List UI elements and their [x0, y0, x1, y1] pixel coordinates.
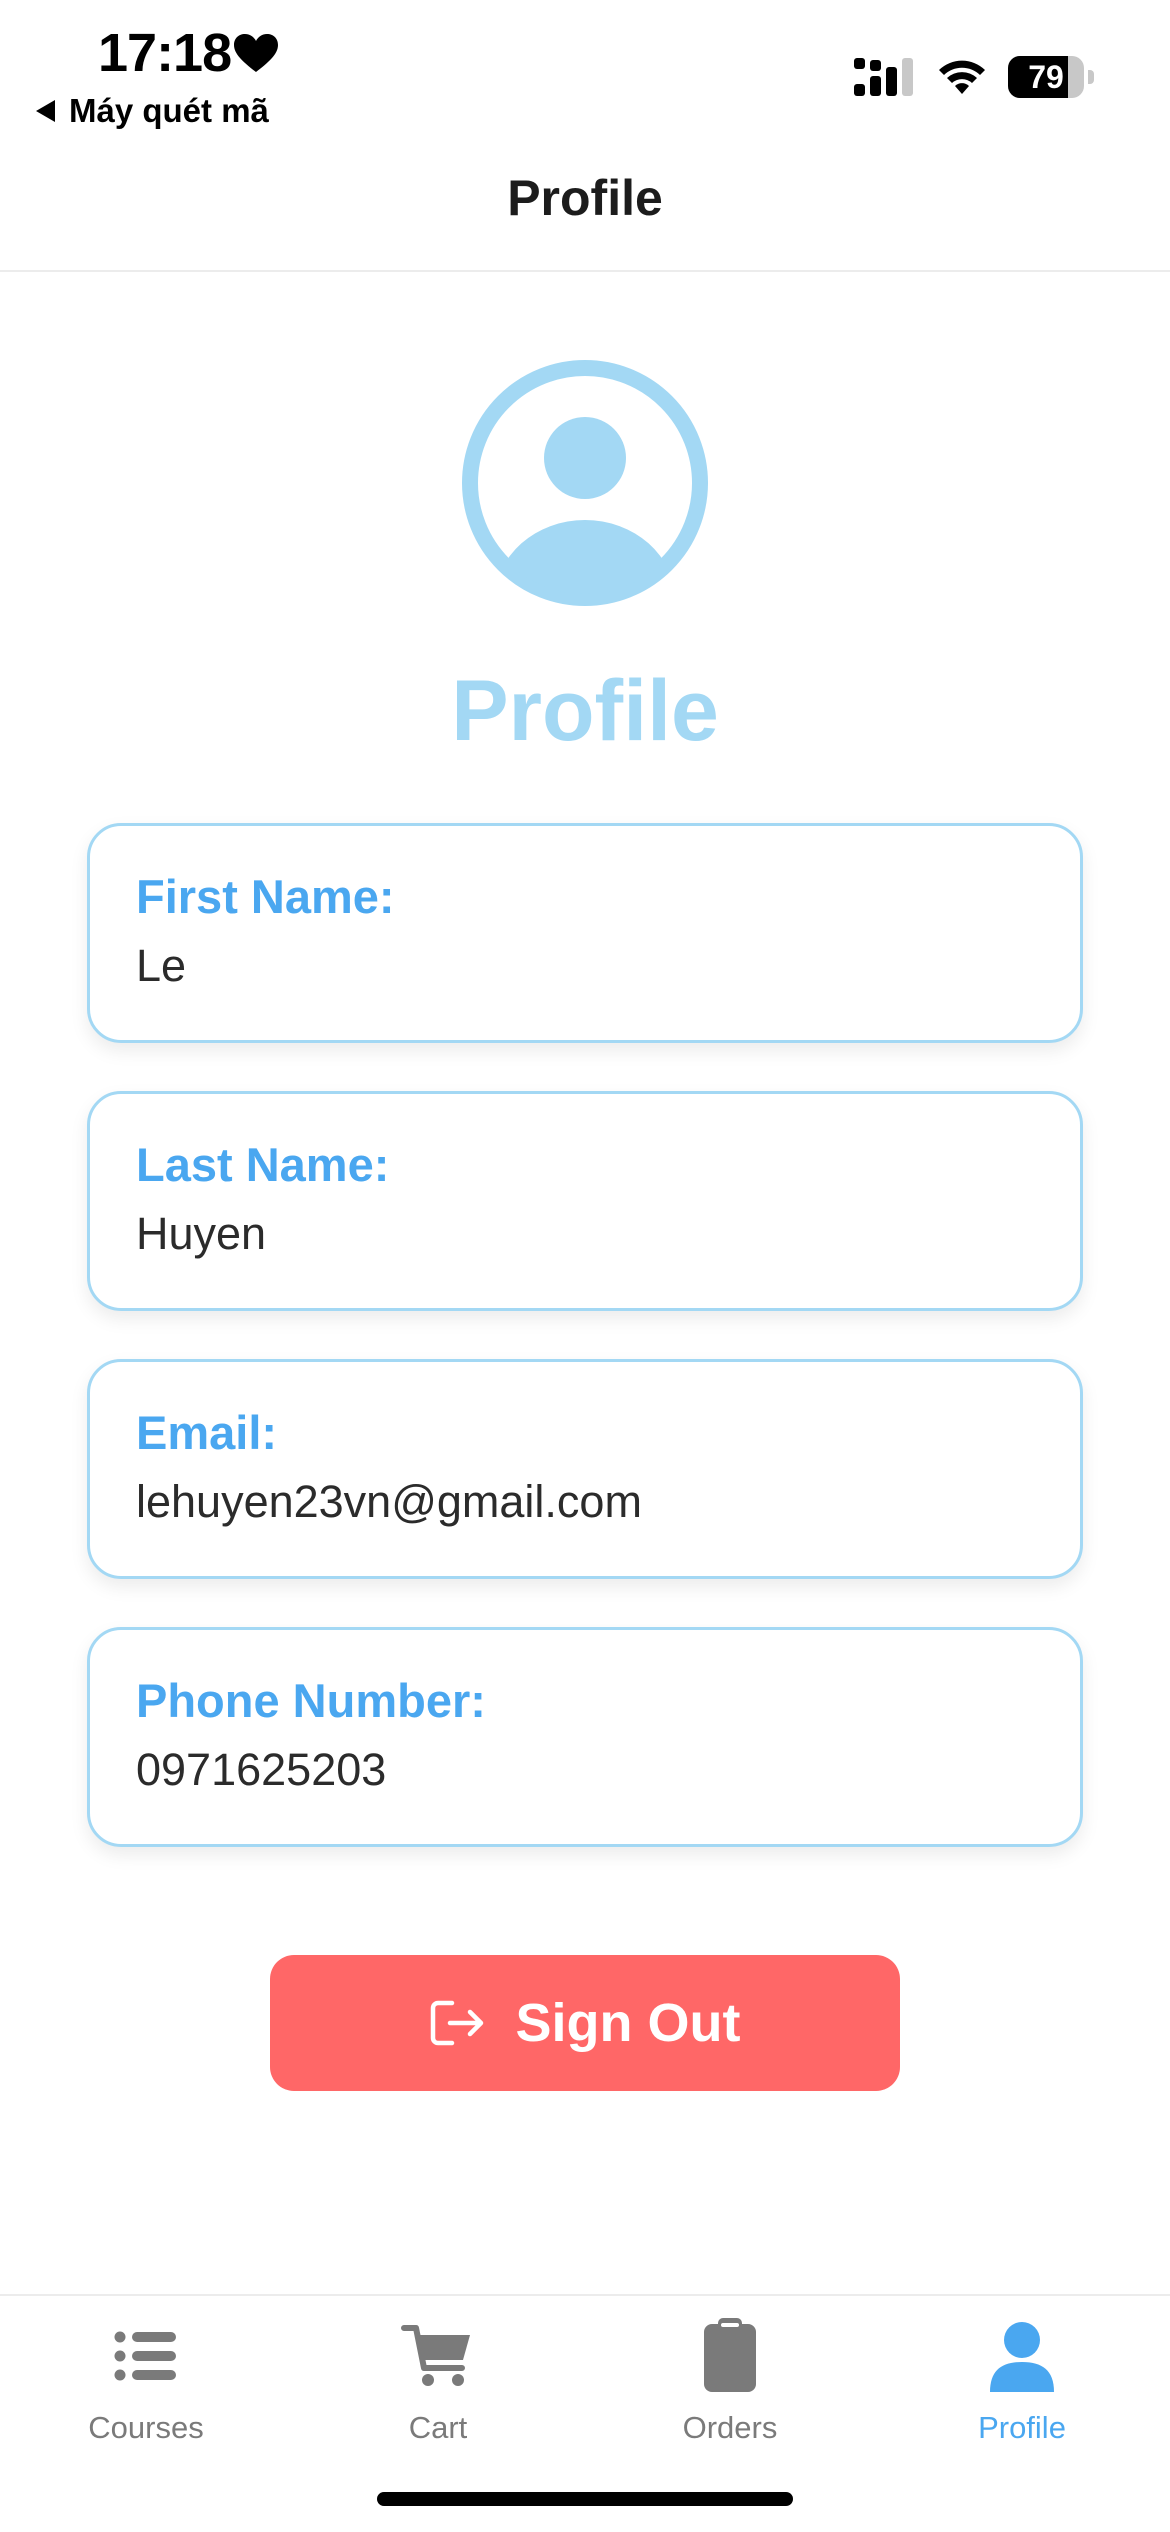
nav-header: Profile: [0, 140, 1170, 272]
sign-out-label: Sign Out: [515, 1993, 741, 2053]
header-title: Profile: [507, 170, 663, 226]
status-bar: 17:18 Máy quét mã 79: [0, 0, 1170, 140]
last-name-card: Last Name: Huyen: [87, 1091, 1083, 1311]
tab-cart-label: Cart: [408, 2410, 468, 2445]
cart-icon: [401, 2325, 470, 2386]
tab-orders[interactable]: Orders: [584, 2316, 876, 2466]
first-name-card: First Name: Le: [87, 823, 1083, 1043]
user-circle-icon: [462, 360, 708, 606]
clipboard-icon: [704, 2318, 756, 2392]
status-time: 17:18: [98, 23, 232, 83]
battery-icon: 79: [1008, 56, 1084, 98]
battery-percent: 79: [1028, 59, 1064, 95]
cellular-signal-icon: [854, 58, 913, 96]
sign-out-icon: [430, 2000, 483, 2046]
last-name-value: Huyen: [136, 1208, 267, 1259]
email-card: Email: lehuyen23vn@gmail.com: [87, 1359, 1083, 1579]
tab-orders-label: Orders: [682, 2410, 778, 2445]
tab-cart[interactable]: Cart: [292, 2316, 584, 2466]
tab-courses-label: Courses: [88, 2410, 204, 2445]
battery-indicator: 79: [1008, 56, 1094, 98]
tab-profile[interactable]: Profile: [876, 2316, 1168, 2466]
phone-number-card: Phone Number: 0971625203: [87, 1627, 1083, 1847]
back-app-label: Máy quét mã: [69, 92, 269, 129]
first-name-value: Le: [136, 940, 187, 991]
last-name-label: Last Name:: [136, 1138, 390, 1191]
email-value: lehuyen23vn@gmail.com: [136, 1476, 642, 1527]
first-name-label: First Name:: [136, 870, 395, 923]
person-icon: [990, 2322, 1054, 2392]
sign-out-button[interactable]: Sign Out: [270, 1955, 900, 2091]
back-arrow-icon: [36, 100, 55, 122]
email-label: Email:: [136, 1406, 278, 1459]
phone-number-value: 0971625203: [136, 1744, 387, 1795]
list-icon: [114, 2331, 176, 2381]
tab-profile-label: Profile: [978, 2410, 1066, 2445]
back-to-app-link[interactable]: Máy quét mã: [36, 92, 269, 130]
phone-number-label: Phone Number:: [136, 1674, 486, 1727]
battery-tip: [1088, 70, 1094, 84]
wifi-icon: [939, 60, 985, 94]
profile-heading: Profile: [451, 663, 719, 759]
home-indicator: [377, 2492, 793, 2506]
heart-icon: [234, 34, 278, 72]
tab-courses[interactable]: Courses: [0, 2316, 292, 2466]
